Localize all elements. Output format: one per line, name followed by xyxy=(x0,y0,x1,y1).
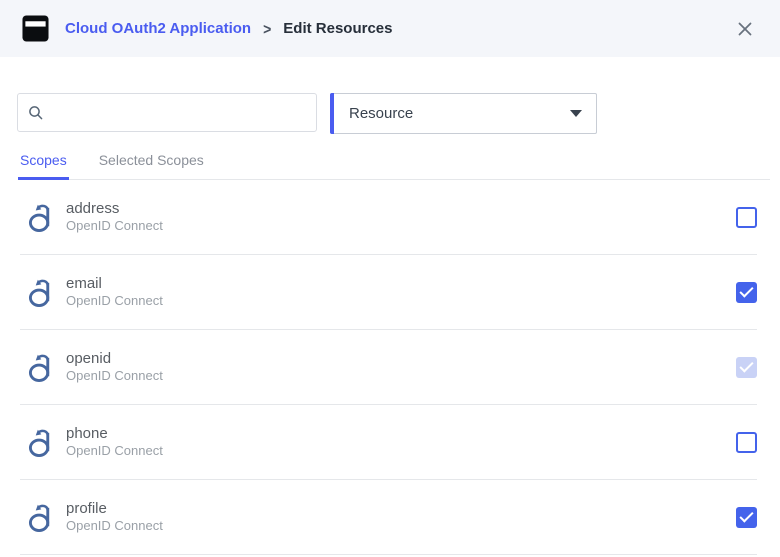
search-box xyxy=(17,93,317,132)
scope-checkbox[interactable] xyxy=(736,207,757,228)
scope-name: address xyxy=(66,201,163,218)
tab-bar: Scopes Selected Scopes xyxy=(18,148,770,180)
scope-name: profile xyxy=(66,501,163,518)
scope-text: openid OpenID Connect xyxy=(66,351,163,384)
scope-row: email OpenID Connect xyxy=(20,255,757,330)
edit-resources-dialog: Cloud OAuth2 Application > Edit Resource… xyxy=(0,0,780,555)
search-input[interactable] xyxy=(52,105,306,121)
scope-text: phone OpenID Connect xyxy=(66,426,163,459)
scope-provider: OpenID Connect xyxy=(66,294,163,308)
openid-connect-icon xyxy=(28,502,55,533)
scope-row: openid OpenID Connect xyxy=(20,330,757,405)
resource-dropdown[interactable]: Resource xyxy=(330,93,597,134)
breadcrumb-separator: > xyxy=(263,19,271,37)
scope-provider: OpenID Connect xyxy=(66,444,163,458)
scope-row: address OpenID Connect xyxy=(20,180,757,255)
openid-connect-icon xyxy=(28,352,55,383)
scope-checkbox[interactable] xyxy=(736,507,757,528)
scope-checkbox[interactable] xyxy=(736,357,757,378)
tab-scopes[interactable]: Scopes xyxy=(18,148,69,180)
scope-name: phone xyxy=(66,426,163,443)
scope-row: profile OpenID Connect xyxy=(20,480,757,555)
scope-row: phone OpenID Connect xyxy=(20,405,757,480)
resource-dropdown-value: Resource xyxy=(349,105,413,122)
openid-connect-icon xyxy=(28,202,55,233)
scope-list: address OpenID Connect email OpenID Conn… xyxy=(0,180,780,555)
openid-connect-icon xyxy=(28,427,55,458)
toolbar: Resource xyxy=(0,57,780,134)
breadcrumb: Cloud OAuth2 Application > Edit Resource… xyxy=(65,20,393,37)
scope-provider: OpenID Connect xyxy=(66,369,163,383)
page-title: Edit Resources xyxy=(283,20,392,37)
scope-text: profile OpenID Connect xyxy=(66,501,163,534)
chevron-down-icon xyxy=(570,110,582,117)
dropdown-accent-bar xyxy=(330,93,334,134)
breadcrumb-parent-link[interactable]: Cloud OAuth2 Application xyxy=(65,20,251,37)
scope-checkbox[interactable] xyxy=(736,432,757,453)
scope-name: openid xyxy=(66,351,163,368)
scope-provider: OpenID Connect xyxy=(66,519,163,533)
tab-selected-scopes[interactable]: Selected Scopes xyxy=(97,148,206,180)
dialog-header: Cloud OAuth2 Application > Edit Resource… xyxy=(0,0,780,57)
close-icon[interactable] xyxy=(732,16,758,42)
window-icon xyxy=(22,15,49,42)
scope-text: email OpenID Connect xyxy=(66,276,163,309)
scope-text: address OpenID Connect xyxy=(66,201,163,234)
scope-name: email xyxy=(66,276,163,293)
scope-provider: OpenID Connect xyxy=(66,219,163,233)
scope-checkbox[interactable] xyxy=(736,282,757,303)
search-icon xyxy=(28,105,44,121)
openid-connect-icon xyxy=(28,277,55,308)
